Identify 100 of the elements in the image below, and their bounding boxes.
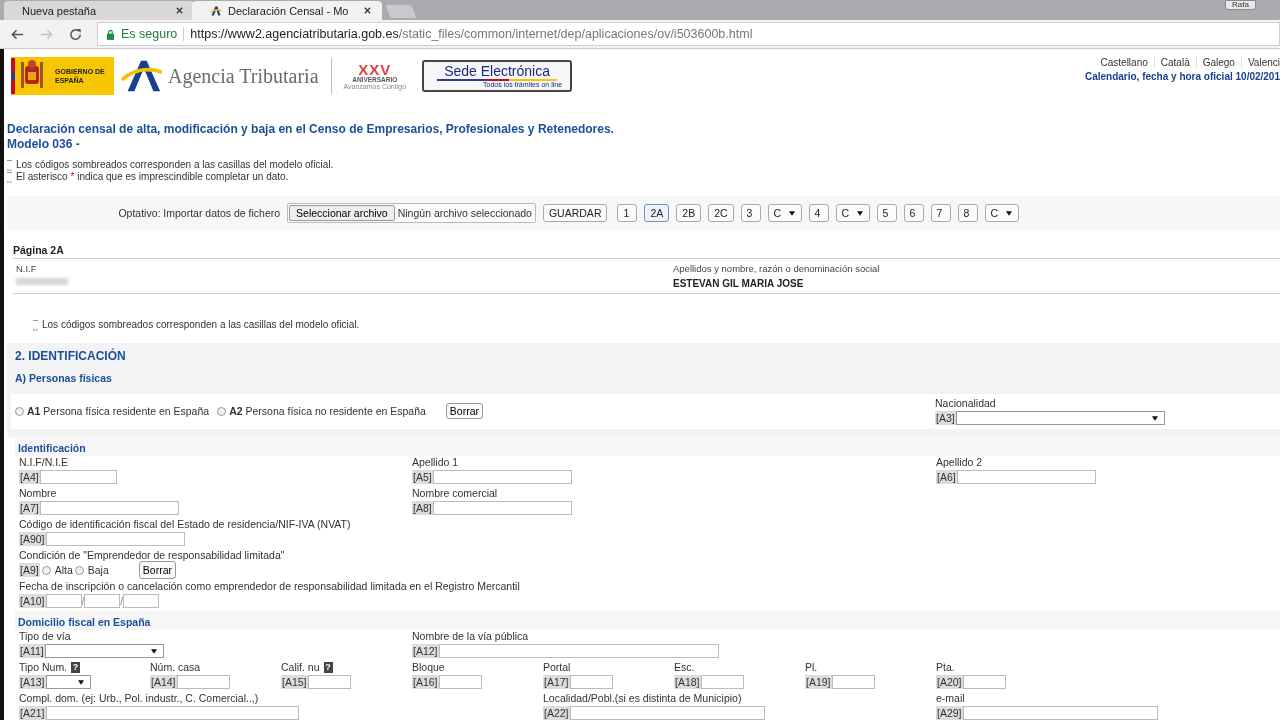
field-code: [A6] (936, 470, 957, 484)
reload-icon[interactable] (68, 26, 83, 42)
field-code: [A8] (412, 501, 433, 515)
input-field[interactable] (438, 675, 482, 689)
input-field[interactable] (307, 675, 351, 689)
dropdown-field[interactable] (44, 644, 164, 658)
input-field[interactable] (831, 675, 875, 689)
caret-icon (78, 680, 84, 685)
language-link[interactable]: Català (1153, 57, 1196, 68)
url-text: https://www2.agenciatributaria.gob.es/static_files/common/internet/dep/aplicaciones/ov/i503600b.html (190, 27, 753, 41)
nif-label: N.I.F (16, 263, 38, 274)
close-icon[interactable] (363, 6, 372, 15)
input-field[interactable] (432, 501, 572, 515)
page-dropdown[interactable]: C (767, 204, 802, 222)
input-field[interactable] (438, 644, 719, 658)
input-field[interactable] (569, 675, 613, 689)
field-label: Localidad/Pobl.(si es distinta de Municipio) (543, 692, 742, 704)
field-label: Código de identificación fiscal del Estado de residencia/NIF-IVA (NVAT) (19, 518, 351, 530)
calendar-link[interactable]: Calendario, fecha y hora oficial 10/02/201 (1084, 71, 1280, 82)
page-button[interactable]: 2A (644, 204, 670, 222)
browser-tab[interactable]: Nueva pestaña (4, 1, 194, 20)
page-button[interactable]: 8 (957, 204, 978, 222)
page-button[interactable]: 2C (708, 204, 734, 222)
input-field[interactable] (432, 470, 572, 484)
note-text: Los códigos sombreados corresponden a las casillas del modelo oficial. (42, 319, 360, 331)
field-code: [A5] (412, 470, 433, 484)
clear-button[interactable]: Borrar (138, 561, 176, 579)
input-field[interactable] (962, 675, 1006, 689)
page-button[interactable]: 4 (808, 204, 829, 222)
input-field[interactable] (962, 706, 1158, 720)
field-code: [A13] (19, 675, 46, 689)
field-code: [A3] (935, 411, 956, 425)
field-label: Pta. (936, 661, 955, 673)
field-code: [A15] (281, 675, 308, 689)
page-button[interactable]: 6 (903, 204, 924, 222)
help-icon[interactable]: ? (71, 661, 81, 673)
lock-icon (106, 28, 115, 40)
field-label: Pl. (805, 661, 818, 673)
language-link[interactable]: Valenci (1240, 57, 1280, 68)
banner-title: Sede Electrónica (444, 64, 550, 79)
profile-button[interactable]: Rafa (1225, 0, 1256, 10)
input-field[interactable] (45, 532, 185, 546)
radio-circle[interactable] (15, 406, 24, 416)
field-code: [A10] (19, 594, 46, 608)
field-code: [A90] (19, 532, 46, 546)
input-field[interactable] (569, 706, 765, 720)
form-title: Modelo 036 - (7, 137, 81, 152)
field-label: Compl. dom. (ej: Urb., Pol. industr., C. Comercial..,) (19, 692, 259, 704)
year-field[interactable] (123, 594, 160, 608)
clear-button[interactable]: Borrar (445, 403, 484, 419)
radio-circle[interactable] (74, 565, 84, 575)
input-field[interactable] (956, 470, 1096, 484)
radio-label: Baja (87, 564, 109, 576)
group-title: Domicilio fiscal en España (15, 611, 1280, 630)
nationality-select[interactable] (955, 411, 1165, 425)
help-icon[interactable]: ? (323, 661, 333, 673)
field-label: Nombre comercial (412, 487, 498, 499)
month-field[interactable] (84, 594, 121, 608)
field-label: Núm. casa (150, 661, 201, 673)
radio-circle[interactable] (217, 406, 227, 416)
day-field[interactable] (45, 594, 82, 608)
new-tab-button[interactable] (385, 5, 417, 18)
language-link[interactable]: Galego (1195, 57, 1241, 68)
field-code: [A17] (543, 675, 570, 689)
field-code: [A21] (19, 706, 46, 720)
input-field[interactable] (700, 675, 744, 689)
page-dropdown[interactable]: C (984, 204, 1019, 222)
field-code: [A16] (412, 675, 439, 689)
page-button[interactable]: 7 (930, 204, 951, 222)
input-field[interactable] (176, 675, 230, 689)
note-text: Los códigos sombreados corresponden a las casillas del modelo oficial. (16, 159, 334, 171)
page-button[interactable]: 1 (617, 204, 638, 222)
field-code: [A4] (19, 470, 40, 484)
input-field[interactable] (39, 470, 117, 484)
dropdown-field[interactable] (45, 675, 91, 689)
caret-icon (789, 210, 796, 216)
page-button[interactable]: 5 (876, 204, 897, 222)
address-bar[interactable]: Es seguro https://www2.agenciatributaria.gob.es/static_files/common/internet/dep/aplicaciones/ov/i503600b.html (97, 22, 1280, 46)
page-button[interactable]: 3 (740, 204, 761, 222)
input-field[interactable] (39, 501, 179, 515)
field-code: [A9] (19, 563, 40, 577)
page-button[interactable]: 2B (676, 204, 702, 222)
browser-tab[interactable]: Declaración Censal - Mo (192, 1, 382, 20)
input-field[interactable] (45, 706, 299, 720)
page-button[interactable]: GUARDAR (542, 204, 608, 222)
close-icon[interactable] (175, 6, 184, 15)
field-label: Portal (543, 661, 571, 673)
choose-file-button[interactable]: Seleccionar archivo (289, 205, 395, 221)
field-label: Tipo Num. (19, 661, 68, 673)
language-link[interactable]: Castellano (1094, 57, 1154, 68)
page-title: Página 2A (13, 244, 65, 256)
form-title: Declaración censal de alta, modificación y baja en el Censo de Empresarios, Profesionales y Retenedores. (7, 122, 615, 137)
radio-circle[interactable] (41, 565, 51, 575)
agency-logo-icon[interactable] (120, 58, 162, 94)
field-code: [A22] (543, 706, 570, 720)
file-input[interactable]: Seleccionar archivo Ningún archivo seleccionado (287, 203, 536, 223)
page-dropdown[interactable]: C (835, 204, 870, 222)
agency-name: Agencia Tributaria (168, 64, 319, 88)
field-label: Esc. (674, 661, 695, 673)
caret-icon (1006, 210, 1013, 216)
